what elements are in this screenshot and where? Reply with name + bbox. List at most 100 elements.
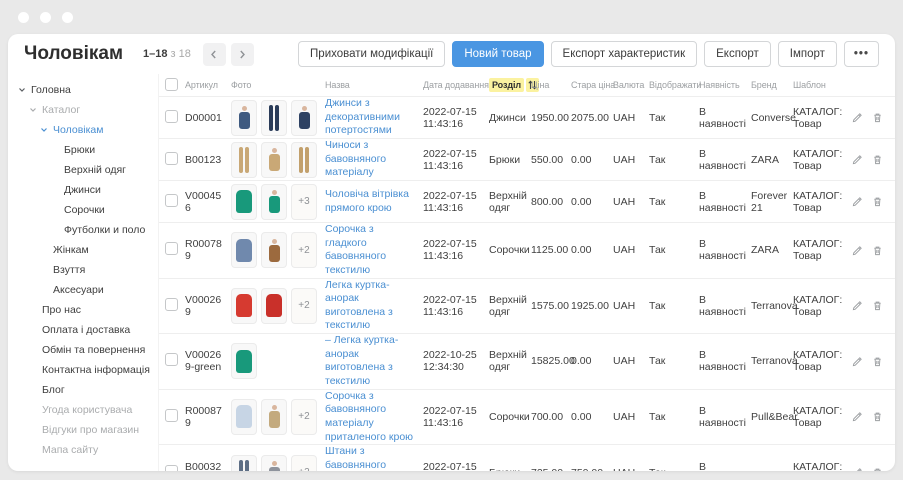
- photos-cell[interactable]: +2: [231, 232, 325, 268]
- old-price-cell: 0.00: [571, 411, 613, 423]
- product-name-link[interactable]: Джинси з декоративними потертостями: [325, 97, 423, 138]
- window-dot-icon[interactable]: [62, 12, 73, 23]
- product-name-link[interactable]: Чиноси з бавовняного матеріалу: [325, 139, 423, 180]
- delete-button[interactable]: [872, 356, 883, 367]
- edit-button[interactable]: [852, 112, 863, 123]
- photos-cell[interactable]: +3: [231, 184, 325, 220]
- product-name-link[interactable]: Сорочка з гладкого бавовняного текстилю: [325, 223, 423, 278]
- select-all-checkbox[interactable]: [165, 78, 178, 91]
- photos-cell[interactable]: [231, 100, 325, 136]
- edit-button[interactable]: [852, 411, 863, 422]
- currency-cell: UAH: [613, 196, 649, 208]
- photos-cell[interactable]: [231, 343, 325, 379]
- sidebar-item[interactable]: Блог: [8, 380, 158, 400]
- row-checkbox[interactable]: [165, 409, 178, 422]
- row-checkbox[interactable]: [165, 194, 178, 207]
- sidebar-item[interactable]: Оплата і доставка: [8, 320, 158, 340]
- garment-shape: [299, 106, 310, 129]
- sidebar-item[interactable]: Обмін та повернення: [8, 340, 158, 360]
- sidebar-item-label: Чоловікам: [53, 124, 104, 136]
- edit-button[interactable]: [852, 196, 863, 207]
- column-header-date[interactable]: Дата додавання: [423, 80, 489, 90]
- row-checkbox[interactable]: [165, 465, 178, 471]
- row-actions: [845, 196, 895, 207]
- sidebar-item[interactable]: Сорочки: [8, 200, 158, 220]
- sidebar-item[interactable]: Футболки и поло: [8, 220, 158, 240]
- more-actions-button[interactable]: •••: [844, 41, 879, 67]
- delete-button[interactable]: [872, 112, 883, 123]
- sidebar-item-label: Головна: [31, 84, 71, 96]
- currency-cell: UAH: [613, 300, 649, 312]
- column-header-visible[interactable]: Відображати: [649, 80, 699, 90]
- hide-modifications-button[interactable]: Приховати модифікації: [298, 41, 445, 67]
- photos-cell[interactable]: +2: [231, 399, 325, 435]
- window-dot-icon[interactable]: [18, 12, 29, 23]
- sidebar-item[interactable]: Мапа сайту: [8, 440, 158, 460]
- column-header-template[interactable]: Шаблон: [793, 80, 845, 90]
- column-header-old-price[interactable]: Стара ціна: [571, 80, 613, 90]
- column-header-photo[interactable]: Фото: [231, 80, 325, 90]
- pencil-icon: [852, 245, 863, 256]
- photos-cell[interactable]: [231, 142, 325, 178]
- window-dot-icon[interactable]: [40, 12, 51, 23]
- edit-button[interactable]: [852, 356, 863, 367]
- sidebar-item[interactable]: Про нас: [8, 300, 158, 320]
- sidebar-item[interactable]: Жінкам: [8, 240, 158, 260]
- column-header-name[interactable]: Назва: [325, 80, 423, 90]
- sidebar-item[interactable]: Чоловікам: [8, 120, 158, 140]
- next-page-button[interactable]: [231, 43, 254, 66]
- sidebar-item[interactable]: Взуття: [8, 260, 158, 280]
- delete-button[interactable]: [872, 196, 883, 207]
- availability-cell: В наявності: [699, 294, 751, 318]
- product-name-link[interactable]: Чоловіча вітрівка прямого крою: [325, 188, 423, 215]
- edit-button[interactable]: [852, 467, 863, 471]
- sidebar-item[interactable]: Брюки: [8, 140, 158, 160]
- photos-cell[interactable]: +2: [231, 288, 325, 324]
- delete-button[interactable]: [872, 411, 883, 422]
- column-header-currency[interactable]: Валюта: [613, 80, 649, 90]
- table-row: V000269-green – Легка куртка-анорак виго…: [159, 333, 895, 389]
- delete-button[interactable]: [872, 154, 883, 165]
- sidebar: Головна Каталог Чоловікам Брюки Верхній …: [8, 74, 158, 471]
- sidebar-item[interactable]: Контактна інформація: [8, 360, 158, 380]
- delete-button[interactable]: [872, 300, 883, 311]
- admin-panel-window: Чоловікам 1–18 з 18 Приховати модифікаці…: [8, 34, 895, 471]
- chevron-right-icon: [238, 50, 246, 59]
- column-header-price[interactable]: Ціна: [531, 80, 571, 90]
- sidebar-item[interactable]: Відгуки про магазин: [8, 420, 158, 440]
- new-product-button[interactable]: Новий товар: [452, 41, 543, 67]
- edit-button[interactable]: [852, 300, 863, 311]
- export-button[interactable]: Експорт: [704, 41, 771, 67]
- product-name-link[interactable]: Легка куртка-анорак виготовлена з тексти…: [325, 279, 423, 334]
- sidebar-item[interactable]: Головна: [8, 80, 158, 100]
- product-name-link[interactable]: Штани з бавовняного матеріалу прямого кр…: [325, 445, 423, 471]
- currency-cell: UAH: [613, 154, 649, 166]
- row-checkbox[interactable]: [165, 353, 178, 366]
- sidebar-item[interactable]: Угода користувача: [8, 400, 158, 420]
- row-actions: [845, 411, 895, 422]
- column-header-sku[interactable]: Артикул: [185, 80, 231, 90]
- photos-cell[interactable]: +2: [231, 455, 325, 471]
- row-checkbox[interactable]: [165, 152, 178, 165]
- delete-button[interactable]: [872, 467, 883, 471]
- product-name-link[interactable]: Сорочка з бавовняного матеріалу притален…: [325, 390, 423, 445]
- sidebar-item[interactable]: Верхній одяг: [8, 160, 158, 180]
- table-body: D00001 Джинси з декоративними потертостя…: [159, 96, 895, 471]
- column-header-brand[interactable]: Бренд: [751, 80, 793, 90]
- row-checkbox[interactable]: [165, 298, 178, 311]
- edit-button[interactable]: [852, 245, 863, 256]
- sidebar-item[interactable]: Аксесуари: [8, 280, 158, 300]
- table-row: B00123 Чиноси з бавовняного матеріалу 20…: [159, 138, 895, 180]
- edit-button[interactable]: [852, 154, 863, 165]
- export-characteristics-button[interactable]: Експорт характеристик: [551, 41, 698, 67]
- column-header-availability[interactable]: Наявність: [699, 80, 751, 90]
- delete-button[interactable]: [872, 245, 883, 256]
- import-button[interactable]: Імпорт: [778, 41, 837, 67]
- row-checkbox[interactable]: [165, 242, 178, 255]
- prev-page-button[interactable]: [203, 43, 226, 66]
- sidebar-item[interactable]: Каталог: [8, 100, 158, 120]
- row-checkbox[interactable]: [165, 110, 178, 123]
- column-header-category[interactable]: Розділ: [489, 78, 531, 92]
- sidebar-item[interactable]: Джинси: [8, 180, 158, 200]
- product-name-link[interactable]: – Легка куртка-анорак виготовлена з текс…: [325, 334, 423, 389]
